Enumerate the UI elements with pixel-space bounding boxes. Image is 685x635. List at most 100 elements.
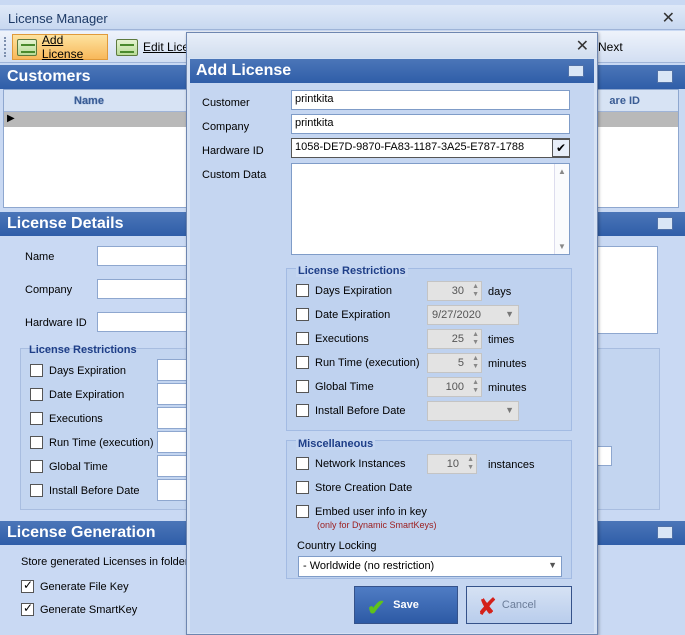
bg-right-small-field[interactable] [596,446,612,466]
checkbox[interactable] [30,388,43,401]
country-locking-label: Country Locking [297,540,377,552]
executions-checkbox[interactable] [296,332,309,345]
bg-install-before-label: Install Before Date [49,484,140,497]
store-creation-date-checkbox[interactable] [296,481,309,494]
column-name[interactable]: Name [74,95,104,107]
custom-data-scrollbar[interactable]: ▲ ▼ [554,164,569,254]
date-expiration-label: Date Expiration [315,308,391,321]
generate-file-key-label: Generate File Key [40,580,129,593]
date-expiration-checkbox[interactable] [296,308,309,321]
customers-section-icon[interactable] [657,70,673,83]
license-icon [17,38,37,56]
cancel-x-icon: ✘ [477,594,498,621]
generate-file-key-checkbox[interactable] [21,578,34,593]
bg-custom-data-area[interactable] [596,246,658,334]
add-license-button[interactable]: Add License [12,33,108,61]
cancel-button[interactable]: ✘ Cancel [466,586,572,624]
scroll-down-icon[interactable]: ▼ [558,242,566,251]
network-instances-label: Network Instances [315,457,406,470]
company-input[interactable]: printkita [291,114,570,134]
run-time-checkbox[interactable] [296,356,309,369]
spin-arrows-icon: ▲ ▼ [472,355,479,370]
hardware-id-label: Hardware ID [202,145,264,157]
next-button[interactable]: Next [594,34,629,60]
bg-executions-label: Executions [49,412,103,425]
store-creation-date-label: Store Creation Date [315,481,413,494]
bg-global-time-row[interactable]: Global Time [30,460,108,473]
checkbox[interactable] [30,364,43,377]
main-titlebar: License Manager ✕ [0,5,685,30]
global-time-row[interactable]: Global Time [296,380,374,393]
generate-smartkey-checkbox[interactable] [21,601,34,616]
chevron-down-icon[interactable]: ▼ [548,560,557,570]
bg-runtime-row[interactable]: Run Time (execution) [30,436,154,449]
embed-user-info-row[interactable]: Embed user info in key [296,505,427,518]
generate-smartkey-label: Generate SmartKey [40,603,138,616]
hardware-id-check-icon[interactable]: ✔ [552,139,570,157]
checkbox[interactable] [30,412,43,425]
date-expiration-value: 9/27/2020 [432,309,481,321]
bg-date-expiration-row[interactable]: Date Expiration [30,388,124,401]
country-locking-select[interactable]: - Worldwide (no restriction) ▼ [298,556,562,577]
main-close-icon[interactable]: ✕ [662,8,675,28]
customers-title: Customers [7,68,91,85]
install-before-checkbox[interactable] [296,404,309,417]
date-expiration-row[interactable]: Date Expiration [296,308,390,321]
chevron-down-icon: ▼ [505,405,514,415]
dialog-header: Add License [190,59,594,83]
spin-arrows-icon: ▲ ▼ [472,379,479,394]
license-details-section-icon[interactable] [657,217,673,230]
column-hardware-id[interactable]: are ID [609,95,640,107]
embed-user-info-checkbox[interactable] [296,505,309,518]
save-button[interactable]: ✔ Save [354,586,458,624]
row-marker-icon: ▶ [7,113,15,124]
store-creation-date-row[interactable]: Store Creation Date [296,481,412,494]
network-instances-value: 10 [446,458,459,470]
custom-data-label: Custom Data [202,169,267,181]
executions-value: 25 [451,333,464,345]
network-instances-spinner: 10 ▲ ▼ [427,454,477,474]
install-before-row[interactable]: Install Before Date [296,404,406,417]
bg-name-label: Name [25,251,55,263]
executions-label: Executions [315,332,369,345]
bg-days-expiration-row[interactable]: Days Expiration [30,364,126,377]
run-time-row[interactable]: Run Time (execution) [296,356,420,369]
hardware-id-input[interactable]: 1058-DE7D-9870-FA83-1187-3A25-E787-1788 [291,138,570,158]
bg-executions-row[interactable]: Executions [30,412,103,425]
days-expiration-checkbox[interactable] [296,284,309,297]
add-license-dialog: ✕ Add License Customer printkita Company… [186,32,598,635]
checkbox[interactable] [30,460,43,473]
dialog-header-icon [568,65,584,77]
global-time-checkbox[interactable] [296,380,309,393]
checkbox[interactable] [30,436,43,449]
generate-smartkey-row[interactable]: Generate SmartKey [21,601,138,616]
run-time-spinner: 5 ▲ ▼ [427,353,482,373]
custom-data-textarea[interactable]: ▲ ▼ [291,163,570,255]
main-window-title: License Manager [8,11,108,26]
license-generation-section-icon[interactable] [657,526,673,539]
customer-input[interactable]: printkita [291,90,570,110]
bg-hardware-id-field[interactable] [97,312,192,332]
checkbox[interactable] [30,484,43,497]
dialog-titlebar[interactable]: ✕ [187,33,597,58]
bg-install-before-row[interactable]: Install Before Date [30,484,140,497]
scroll-up-icon[interactable]: ▲ [558,167,566,176]
bg-days-expiration-label: Days Expiration [49,364,127,377]
embed-user-info-note: (only for Dynamic SmartKeys) [317,520,437,530]
days-expiration-label: Days Expiration [315,284,393,297]
network-instances-row[interactable]: Network Instances [296,457,405,470]
executions-row[interactable]: Executions [296,332,369,345]
checkmark-icon: ✔ [367,595,386,620]
days-expiration-row[interactable]: Days Expiration [296,284,392,297]
cancel-label: Cancel [501,599,537,611]
bg-company-field[interactable] [97,279,192,299]
network-instances-checkbox[interactable] [296,457,309,470]
global-time-value: 100 [445,381,464,393]
bg-company-label: Company [25,284,73,296]
global-time-unit: minutes [488,382,527,394]
toolbar-grip[interactable] [4,37,7,57]
dialog-close-icon[interactable]: ✕ [576,36,589,56]
generate-file-key-row[interactable]: Generate File Key [21,578,129,593]
bg-name-field[interactable] [97,246,192,266]
days-expiration-value: 30 [451,285,464,297]
